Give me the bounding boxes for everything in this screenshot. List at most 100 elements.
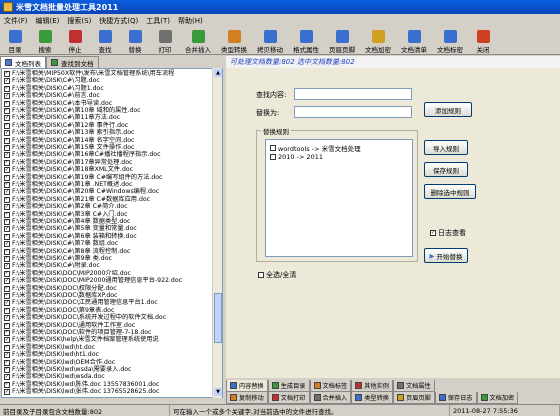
tab-found-docs[interactable]: 查找到文档	[46, 56, 99, 68]
rule-item[interactable]: 2010 -> 2011	[270, 153, 323, 161]
toolbar-button[interactable]: 关闭	[468, 28, 498, 55]
toolbar-button[interactable]: 搜索	[30, 28, 60, 55]
toolbar-button[interactable]: 合并插入	[180, 28, 216, 55]
file-checkbox[interactable]: ✓	[4, 366, 10, 373]
scroll-down-icon[interactable]: ▼	[214, 388, 222, 396]
file-checkbox[interactable]: ✓	[4, 115, 10, 122]
rules-list[interactable]: wordtools -> 米雪文档处理 2010 -> 2011	[265, 139, 413, 257]
file-checkbox[interactable]: ✓	[4, 211, 10, 218]
toolbar-button[interactable]: 文档标密	[432, 28, 468, 55]
delete-rule-button[interactable]: 删除选中规则	[424, 184, 476, 199]
file-checkbox[interactable]: ✓	[4, 322, 10, 329]
file-checkbox[interactable]: ✓	[4, 255, 10, 262]
file-checkbox[interactable]: ✓	[4, 122, 10, 129]
toolbar-button[interactable]: 页眉页脚	[324, 28, 360, 55]
select-all-checkbox[interactable]	[258, 272, 264, 278]
toolbar-button[interactable]: 打印	[150, 28, 180, 55]
file-checkbox[interactable]: ✓	[4, 100, 10, 107]
file-checkbox[interactable]: ✓	[4, 181, 10, 188]
file-checkbox[interactable]: ✓	[4, 359, 10, 366]
log-check-row[interactable]: ✓ 日志查看	[430, 228, 466, 238]
tab-bottom[interactable]: 复制移动	[226, 392, 268, 404]
menu-item[interactable]: 帮助(H)	[174, 16, 207, 26]
file-checkbox[interactable]: ✓	[4, 152, 10, 159]
toolbar-button[interactable]: 目录	[0, 28, 30, 55]
file-checkbox[interactable]: ✓	[4, 144, 10, 151]
tab-bottom[interactable]: 合并插入	[309, 392, 352, 404]
tab-bottom[interactable]: 文档标签	[309, 380, 352, 392]
tab-bottom[interactable]: 文档属性	[393, 380, 435, 392]
tab-bottom[interactable]: 生成目录	[267, 380, 310, 392]
file-checkbox[interactable]: ✓	[4, 218, 10, 225]
file-checkbox[interactable]: ✓	[4, 292, 10, 299]
file-checkbox[interactable]: ✓	[4, 337, 10, 344]
file-checkbox[interactable]: ✓	[4, 93, 10, 100]
toolbar-button[interactable]: 文档加密	[360, 28, 396, 55]
file-checkbox[interactable]: ✓	[4, 70, 10, 77]
toolbar-button[interactable]: 拷贝移动	[252, 28, 288, 55]
file-checkbox[interactable]: ✓	[4, 107, 10, 114]
file-checkbox[interactable]: ✓	[4, 226, 10, 233]
menu-item[interactable]: 工具(T)	[142, 16, 174, 26]
file-checkbox[interactable]: ✓	[4, 233, 10, 240]
search-input[interactable]	[294, 88, 412, 100]
file-checkbox[interactable]: ✓	[4, 374, 10, 381]
tab-bottom[interactable]: 类型转换	[351, 392, 393, 404]
file-checkbox[interactable]: ✓	[4, 329, 10, 336]
rule-checkbox[interactable]	[270, 145, 276, 151]
file-checkbox[interactable]: ✓	[4, 130, 10, 137]
file-checkbox[interactable]: ✓	[4, 159, 10, 166]
file-checkbox[interactable]: ✓	[4, 196, 10, 203]
start-replace-button[interactable]: ▶ 开始替换	[424, 248, 468, 263]
file-checkbox[interactable]: ✓	[4, 278, 10, 285]
toolbar-button[interactable]: 类型转换	[216, 28, 252, 55]
save-rule-button[interactable]: 保存规则	[424, 162, 468, 177]
replace-input[interactable]	[294, 106, 412, 118]
menu-item[interactable]: 编辑(E)	[32, 16, 64, 26]
rule-item[interactable]: wordtools -> 米雪文档处理	[270, 143, 361, 153]
toolbar-button[interactable]: 文档清单	[396, 28, 432, 55]
file-checkbox[interactable]: ✓	[4, 189, 10, 196]
menu-item[interactable]: 搜索(S)	[63, 16, 95, 26]
tab-bottom[interactable]: 其他实例	[351, 380, 393, 392]
tab-bottom[interactable]: 保存日志	[434, 392, 477, 404]
import-rule-button[interactable]: 导入规则	[424, 140, 468, 155]
file-checkbox[interactable]: ✓	[4, 344, 10, 351]
menu-item[interactable]: 快捷方式(Q)	[95, 16, 142, 26]
file-checkbox[interactable]: ✓	[4, 352, 10, 359]
file-list[interactable]: ✓ F:\米雪相关\MIP50X软件\发布\米雪文档管理系统\用车流程 ✓ F:\米雪…	[1, 68, 223, 398]
toolbar-button[interactable]: 停止	[60, 28, 90, 55]
file-checkbox[interactable]: ✓	[4, 204, 10, 211]
tab-bottom[interactable]: 文档打印	[267, 392, 310, 404]
file-checkbox[interactable]: ✓	[4, 307, 10, 314]
add-rule-button[interactable]: 添加规则	[424, 102, 472, 117]
file-checkbox[interactable]: ✓	[4, 167, 10, 174]
file-checkbox[interactable]: ✓	[4, 300, 10, 307]
file-list-scrollbar[interactable]: ▲ ▼	[212, 68, 222, 398]
toolbar-button[interactable]: 替换	[120, 28, 150, 55]
file-checkbox[interactable]: ✓	[4, 85, 10, 92]
tab-file-list[interactable]: 文档列表	[0, 56, 46, 68]
file-checkbox[interactable]: ✓	[4, 285, 10, 292]
tab-bottom[interactable]: 页眉页脚	[393, 392, 435, 404]
rule-checkbox[interactable]	[270, 154, 276, 160]
menu-item[interactable]: 文件(F)	[0, 16, 32, 26]
select-all-row[interactable]: 全选/全清	[258, 270, 296, 280]
file-checkbox[interactable]: ✓	[4, 270, 10, 277]
list-item[interactable]: ✓ F:\米雪相关\DISK\lwd\张伟.doc 13765528625.doc	[4, 388, 159, 396]
toolbar-button[interactable]: 查找	[90, 28, 120, 55]
file-checkbox[interactable]: ✓	[4, 137, 10, 144]
tab-bottom[interactable]: 文档加密	[476, 392, 519, 404]
file-checkbox[interactable]: ✓	[4, 389, 10, 396]
file-checkbox[interactable]: ✓	[4, 174, 10, 181]
log-checkbox[interactable]: ✓	[430, 230, 436, 236]
tab-bottom[interactable]: 内容替换	[226, 380, 268, 392]
toolbar-button[interactable]: 格式属性	[288, 28, 324, 55]
scroll-thumb[interactable]	[214, 293, 222, 343]
file-checkbox[interactable]: ✓	[4, 315, 10, 322]
file-checkbox[interactable]: ✓	[4, 241, 10, 248]
file-checkbox[interactable]: ✓	[4, 248, 10, 255]
file-checkbox[interactable]: ✓	[4, 263, 10, 270]
file-checkbox[interactable]: ✓	[4, 381, 10, 388]
file-checkbox[interactable]: ✓	[4, 78, 10, 85]
